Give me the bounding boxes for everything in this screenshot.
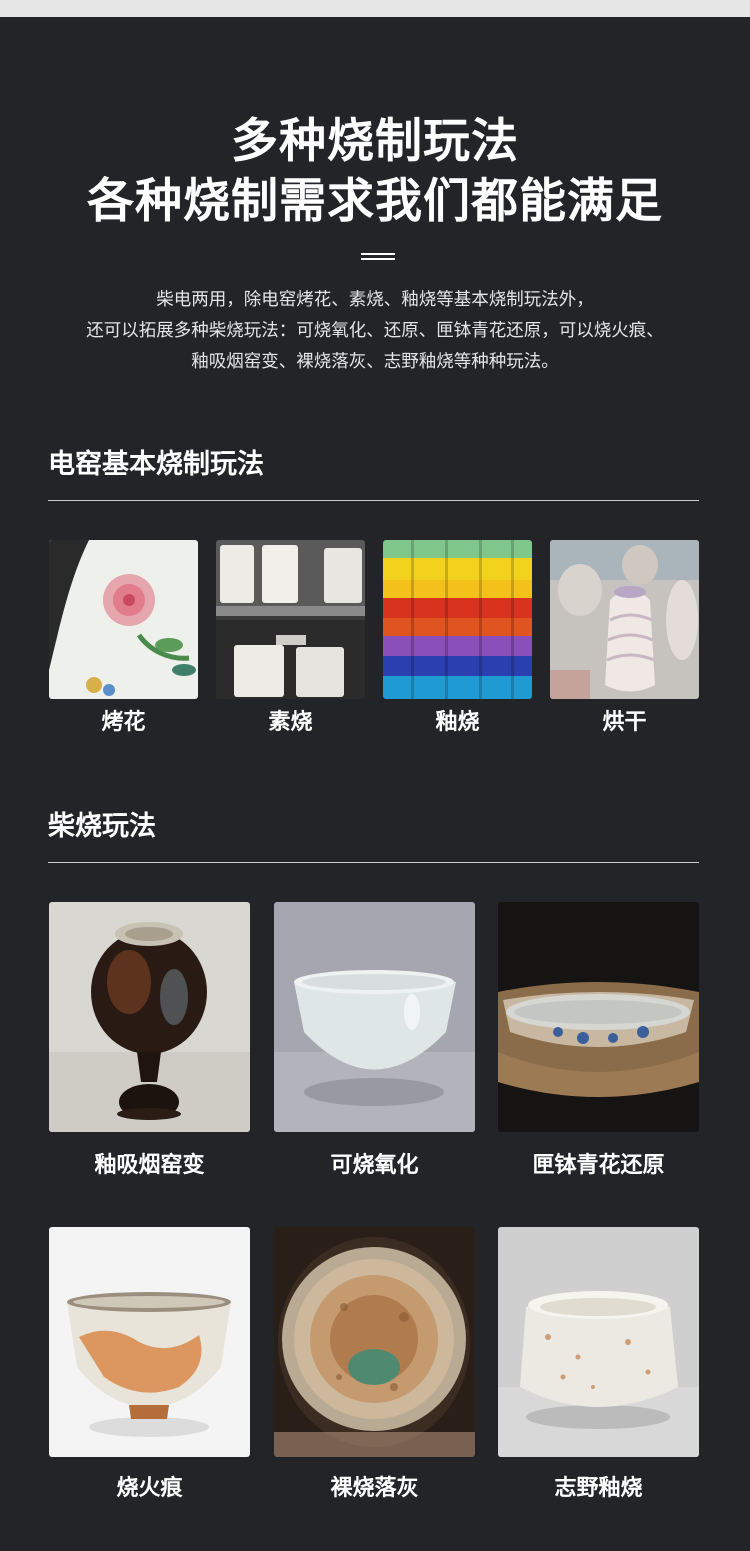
intro-line2: 还可以拓展多种柴烧玩法：可烧氧化、还原、匣钵青花还原，可以烧火痕、 bbox=[86, 321, 664, 341]
shino-cup-image bbox=[498, 1227, 699, 1457]
section-divider-electric bbox=[48, 500, 699, 501]
glazed-figures-image bbox=[383, 540, 532, 699]
dark-vase-image bbox=[49, 902, 250, 1132]
caption-wood-4: 烧火痕 bbox=[116, 1476, 183, 1501]
title-divider-top bbox=[361, 253, 395, 255]
page-background: 多种烧制玩法 各种烧制需求我们都能满足 柴电两用，除电窑烤花、素烧、釉烧等基本烧… bbox=[0, 17, 750, 1551]
porcelain-flower-image bbox=[49, 540, 198, 699]
caption-wood-3: 匣钵青花还原 bbox=[532, 1153, 665, 1178]
section-title-wood: 柴烧玩法 bbox=[48, 811, 156, 842]
caption-electric-3: 釉烧 bbox=[435, 710, 480, 735]
intro-line1: 柴电两用，除电窑烤花、素烧、釉烧等基本烧制玩法外， bbox=[156, 290, 594, 310]
celadon-bowl-image bbox=[274, 902, 475, 1132]
caption-wood-5: 裸烧落灰 bbox=[330, 1476, 419, 1501]
section-divider-wood bbox=[48, 862, 699, 863]
bisque-cups-image bbox=[216, 540, 365, 699]
caption-wood-6: 志野釉烧 bbox=[554, 1476, 643, 1501]
section-title-electric: 电窑基本烧制玩法 bbox=[48, 449, 264, 480]
title-divider-bottom bbox=[361, 258, 395, 260]
caption-wood-2: 可烧氧化 bbox=[330, 1153, 419, 1178]
caption-wood-1: 釉吸烟窑变 bbox=[94, 1153, 205, 1178]
ash-cup-image bbox=[274, 1227, 475, 1457]
caption-electric-1: 烤花 bbox=[101, 710, 146, 735]
caption-electric-2: 素烧 bbox=[268, 710, 313, 735]
blue-white-bowl-image bbox=[498, 902, 699, 1132]
intro-line3: 釉吸烟窑变、裸烧落灰、志野釉烧等种种玩法。 bbox=[191, 352, 559, 372]
flame-cup-image bbox=[49, 1227, 250, 1457]
caption-electric-4: 烘干 bbox=[602, 710, 647, 735]
clay-pieces-image bbox=[550, 540, 699, 699]
page-title-line2: 各种烧制需求我们都能满足 bbox=[87, 174, 663, 229]
page-title-line1: 多种烧制玩法 bbox=[231, 114, 519, 169]
